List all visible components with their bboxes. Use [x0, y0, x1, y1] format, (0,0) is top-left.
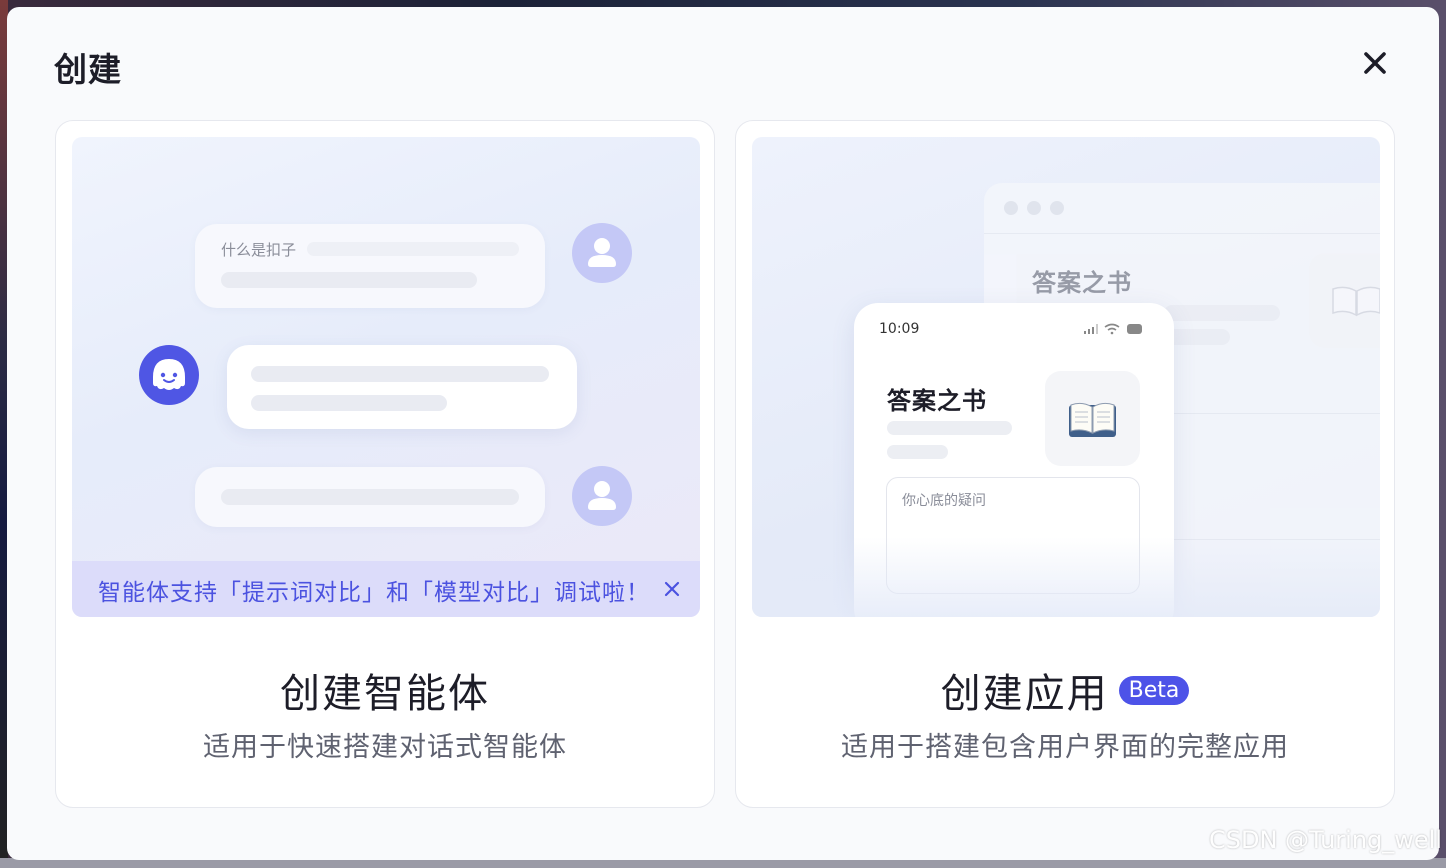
card-title: 创建应用 Beta [736, 661, 1394, 719]
preview-fade [752, 537, 1380, 617]
tip-banner: 智能体支持「提示词对比」和「模型对比」调试啦！ [72, 561, 700, 617]
create-app-description: 适用于搭建包含用户界面的完整应用 [841, 732, 1289, 763]
create-app-card[interactable]: 答案之书 10:09 答案之书 你心底的疑问 创建应用 Beta 适用于搭建包含… [735, 120, 1395, 808]
close-icon [1364, 52, 1386, 74]
text-placeholder-bar [221, 272, 477, 288]
create-agent-card[interactable]: 什么是扣子 智能体支持「提示词对比」和「模型对比」调试啦！ 创建智能体 适用于快… [55, 120, 715, 808]
agent-preview: 什么是扣子 智能体支持「提示词对比」和「模型对比」调试啦！ [72, 137, 700, 617]
battery-icon [1127, 324, 1142, 334]
card-title: 创建智能体 [56, 661, 714, 719]
window-dot [1050, 201, 1064, 215]
create-dialog: 创建 什么是扣子 智能体支持「提示词对比」和「模型对比」调试啦！ 创建智能体 适… [7, 7, 1439, 860]
close-button[interactable] [1357, 45, 1393, 81]
text-placeholder-bar [1164, 305, 1280, 321]
text-placeholder-bar [887, 445, 948, 459]
user-question-text: 什么是扣子 [221, 241, 297, 259]
phone-time: 10:09 [879, 321, 920, 337]
phone-app-title: 答案之书 [887, 387, 987, 415]
close-icon [664, 581, 680, 597]
bot-message-bubble [227, 345, 577, 429]
wifi-icon [1104, 323, 1120, 335]
signal-icon [1084, 324, 1098, 334]
create-app-title: 创建应用 [940, 671, 1109, 717]
divider [984, 233, 1380, 234]
text-placeholder-bar [251, 395, 447, 411]
desktop-app-title: 答案之书 [1032, 269, 1132, 297]
beta-badge: Beta [1118, 675, 1190, 705]
text-placeholder-bar [307, 242, 519, 256]
dialog-title: 创建 [54, 50, 122, 89]
user-message-bubble [195, 467, 545, 527]
text-placeholder-bar [251, 366, 549, 382]
create-agent-title: 创建智能体 [280, 671, 490, 717]
tip-close-button[interactable] [660, 577, 684, 601]
window-dot [1027, 201, 1041, 215]
app-preview: 答案之书 10:09 答案之书 你心底的疑问 [752, 137, 1380, 617]
book-tile [1309, 253, 1380, 348]
tip-text: 智能体支持「提示词对比」和「模型对比」调试啦！ [98, 580, 650, 606]
text-placeholder-bar [887, 421, 1012, 435]
text-placeholder-bar [221, 489, 519, 505]
user-message-bubble: 什么是扣子 [195, 224, 545, 308]
book-tile [1045, 371, 1140, 466]
bot-avatar-icon [139, 345, 199, 405]
user-avatar-icon [572, 466, 632, 526]
open-book-icon [1332, 286, 1380, 317]
create-agent-description: 适用于快速搭建对话式智能体 [203, 732, 567, 763]
watermark: CSDN @Turing_well [1209, 826, 1442, 854]
open-book-icon [1069, 402, 1116, 437]
window-dot [1004, 201, 1018, 215]
question-input-placeholder: 你心底的疑问 [902, 493, 986, 509]
user-avatar-icon [572, 223, 632, 283]
